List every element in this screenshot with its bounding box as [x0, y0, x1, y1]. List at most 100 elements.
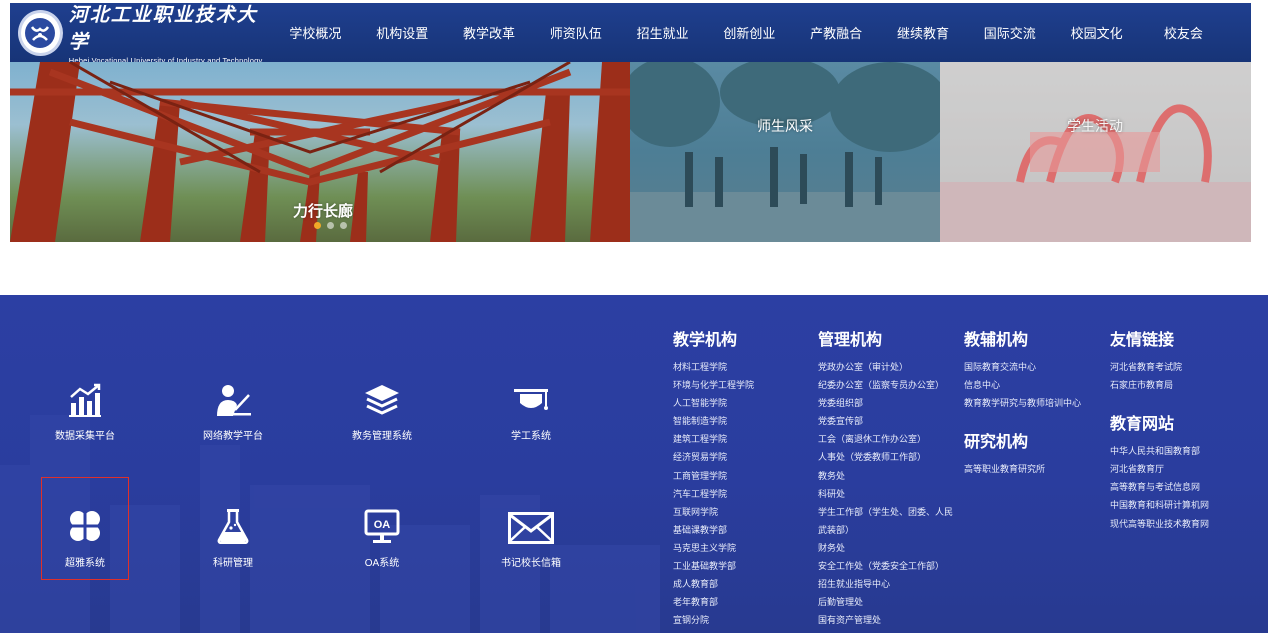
tile-label: 网络教学平台	[203, 431, 263, 442]
nav-item-faculty[interactable]: 师资队伍	[532, 3, 619, 62]
admin-unit-link[interactable]: 安全工作处（党委安全工作部）	[818, 557, 958, 575]
president-mailbox-tile[interactable]: 书记校长信箱	[486, 502, 576, 602]
nav-item-campus-culture[interactable]: 校园文化	[1053, 3, 1140, 62]
column-title: 研究机构	[964, 434, 1029, 452]
tile-label: 书记校长信箱	[501, 558, 561, 569]
admin-unit-link[interactable]: 党政办公室（审计处）	[818, 358, 958, 376]
chart-icon	[69, 383, 101, 417]
site-header: 河北工业职业技术大学 Hebei Vocational University o…	[10, 0, 1251, 65]
main-nav: 学校概况 机构设置 教学改革 师资队伍 招生就业 创新创业 产教融合 继续教育 …	[272, 3, 1227, 62]
edu-sites-list: 中华人民共和国教育部 河北省教育厅 高等教育与考试信息网 中国教育和科研计算机网…	[1110, 442, 1209, 532]
teaching-unit-link[interactable]: 材料工程学院	[673, 358, 754, 376]
emblem-icon	[18, 9, 63, 56]
admin-unit-link[interactable]: 财务处	[818, 539, 958, 557]
banner-slide-activities[interactable]: 学生活动	[940, 62, 1251, 242]
research-unit-link[interactable]: 高等职业教育研究所	[964, 460, 1081, 478]
teacher-icon	[217, 385, 251, 416]
layers-icon	[365, 385, 399, 415]
pagination-dot[interactable]	[327, 222, 334, 229]
teaching-unit-link[interactable]: 互联网学院	[673, 503, 754, 521]
admin-unit-link[interactable]: 党委组织部	[818, 394, 958, 412]
research-management-tile[interactable]: 科研管理	[188, 502, 278, 602]
image-banner: 力行长廊 师生风采 学生活动	[10, 62, 1251, 242]
data-collection-platform-tile[interactable]: 数据采集平台	[40, 375, 130, 475]
university-logo[interactable]: 河北工业职业技术大学 Hebei Vocational University o…	[10, 0, 272, 65]
nav-item-school-overview[interactable]: 学校概况	[272, 3, 359, 62]
admin-unit-link[interactable]: 国有资产管理处	[818, 611, 958, 629]
teaching-units-list: 材料工程学院 环境与化学工程学院 人工智能学院 智能制造学院 建筑工程学院 经济…	[673, 358, 754, 629]
edu-site-link[interactable]: 河北省教育厅	[1110, 460, 1209, 478]
friend-links-list: 河北省教育考试院 石家庄市教育局	[1110, 358, 1209, 394]
admin-unit-link[interactable]: 科研处	[818, 485, 958, 503]
research-units-list: 高等职业教育研究所	[964, 460, 1081, 478]
online-teaching-platform-tile[interactable]: 网络教学平台	[188, 375, 278, 475]
campus-walkway-image	[630, 62, 940, 242]
friend-link[interactable]: 石家庄市教育局	[1110, 376, 1209, 394]
teaching-unit-link[interactable]: 汽车工程学院	[673, 485, 754, 503]
admin-unit-link[interactable]: 招生就业指导中心	[818, 575, 958, 593]
tile-label: OA系统	[364, 558, 400, 569]
admin-unit-link[interactable]: 党委宣传部	[818, 412, 958, 430]
teaching-unit-link[interactable]: 建筑工程学院	[673, 430, 754, 448]
teaching-unit-link[interactable]: 人工智能学院	[673, 394, 754, 412]
column-title: 管理机构	[818, 332, 883, 349]
edu-site-link[interactable]: 中国教育和科研计算机网	[1110, 496, 1209, 514]
teaching-unit-link[interactable]: 经济贸易学院	[673, 448, 754, 466]
teaching-unit-link[interactable]: 老年教育部	[673, 593, 754, 611]
nav-item-admission-employment[interactable]: 招生就业	[619, 3, 706, 62]
nav-item-alumni[interactable]: 校友会	[1140, 3, 1227, 62]
teaching-unit-link[interactable]: 基础课教学部	[673, 521, 754, 539]
logo-chinese-name: 河北工业职业技术大学	[68, 4, 258, 53]
banner-caption-activities: 学生活动	[1067, 118, 1123, 134]
admin-units-column: 管理机构 党政办公室（审计处） 纪委办公室（监察专员办公室） 党委组织部 党委宣…	[818, 326, 958, 629]
column-title: 友情链接	[1110, 332, 1175, 349]
admin-unit-link[interactable]: 工会（离退休工作办公室）	[818, 430, 958, 448]
support-units-column: 教辅机构 国际教育交流中心 信息中心 教育教学研究与教师培训中心 研究机构 高等…	[964, 326, 1081, 478]
support-unit-link[interactable]: 教育教学研究与教师培训中心	[964, 394, 1081, 412]
admin-unit-link[interactable]: 学生工作部（学生处、团委、人民武装部）	[818, 503, 958, 539]
oa-system-tile[interactable]: OA OA系统	[337, 502, 427, 602]
tile-label: 教务管理系统	[352, 431, 412, 442]
edu-site-link[interactable]: 现代高等职业技术教育网	[1110, 515, 1209, 533]
teaching-unit-link[interactable]: 成人教育部	[673, 575, 754, 593]
student-affairs-system-tile[interactable]: 学工系统	[486, 375, 576, 475]
teaching-unit-link[interactable]: 工商管理学院	[673, 467, 754, 485]
flask-icon	[217, 509, 249, 544]
nav-item-international[interactable]: 国际交流	[966, 3, 1053, 62]
edu-site-link[interactable]: 中华人民共和国教育部	[1110, 442, 1209, 460]
teaching-unit-link[interactable]: 宣钢分院	[673, 611, 754, 629]
edu-site-link[interactable]: 高等教育与考试信息网	[1110, 478, 1209, 496]
admin-unit-link[interactable]: 人事处（党委教师工作部）	[818, 448, 958, 466]
admin-unit-link[interactable]: 教务处	[818, 467, 958, 485]
column-title: 教学机构	[673, 332, 738, 349]
academic-affairs-system-tile[interactable]: 教务管理系统	[337, 375, 427, 475]
support-unit-link[interactable]: 国际教育交流中心	[964, 358, 1081, 376]
admin-unit-link[interactable]: 后勤管理处	[818, 593, 958, 611]
banner-slide-corridor[interactable]: 力行长廊	[10, 62, 630, 242]
friend-link[interactable]: 河北省教育考试院	[1110, 358, 1209, 376]
nav-item-teaching-reform[interactable]: 教学改革	[446, 3, 533, 62]
nav-item-innovation[interactable]: 创新创业	[706, 3, 793, 62]
tile-label: 数据采集平台	[55, 431, 115, 442]
nav-item-industry-education[interactable]: 产教融合	[793, 3, 880, 62]
banner-caption-students: 师生风采	[757, 118, 813, 134]
banner-pagination	[314, 222, 347, 229]
admin-unit-link[interactable]: 纪委办公室（监察专员办公室）	[818, 376, 958, 394]
pagination-dot[interactable]	[314, 222, 321, 229]
friend-links-column: 友情链接 河北省教育考试院 石家庄市教育局 教育网站 中华人民共和国教育部 河北…	[1110, 326, 1209, 533]
monitor-oa-icon: OA	[364, 509, 400, 543]
nav-item-continuing-education[interactable]: 继续教育	[880, 3, 967, 62]
teaching-unit-link[interactable]: 马克思主义学院	[673, 539, 754, 557]
banner-slide-students[interactable]: 师生风采	[630, 62, 940, 242]
teaching-units-column: 教学机构 材料工程学院 环境与化学工程学院 人工智能学院 智能制造学院 建筑工程…	[673, 326, 754, 629]
support-unit-link[interactable]: 信息中心	[964, 376, 1081, 394]
svg-text:OA: OA	[374, 519, 391, 531]
pagination-dot[interactable]	[340, 222, 347, 229]
tile-label: 超雅系统	[65, 558, 105, 569]
chaoya-system-tile[interactable]: 超雅系统	[41, 477, 129, 580]
nav-item-organization[interactable]: 机构设置	[359, 3, 446, 62]
teaching-unit-link[interactable]: 智能制造学院	[673, 412, 754, 430]
teaching-unit-link[interactable]: 环境与化学工程学院	[673, 376, 754, 394]
teaching-unit-link[interactable]: 工业基础教学部	[673, 557, 754, 575]
clover-icon	[70, 511, 100, 541]
